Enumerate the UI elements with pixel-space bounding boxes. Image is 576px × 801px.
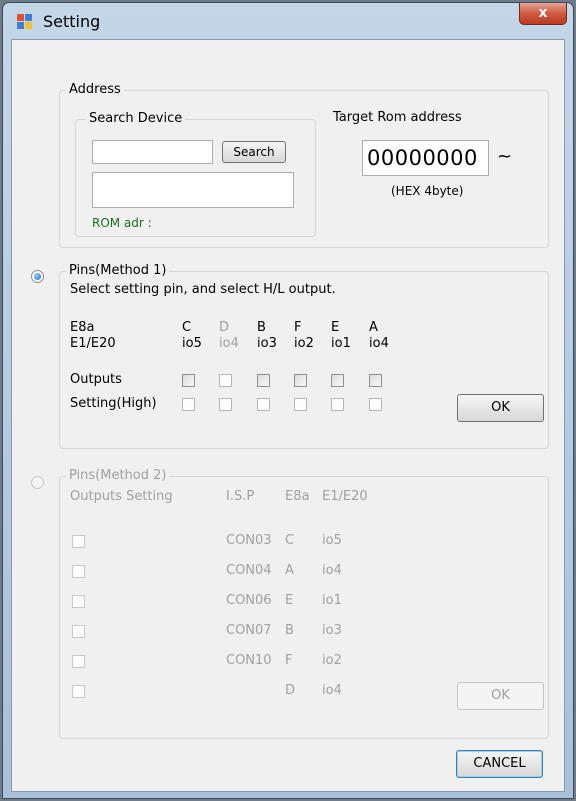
pin-b-e1: io3 xyxy=(257,336,277,351)
method2-radio[interactable] xyxy=(31,476,44,489)
pin-d-e8a: D xyxy=(219,320,230,335)
setting-checkbox-a[interactable] xyxy=(369,398,382,411)
e8a-cell: C xyxy=(285,533,295,548)
output-checkbox-f[interactable] xyxy=(294,374,307,387)
search-device-label: Search Device xyxy=(86,111,186,127)
pin-c-e8a: C xyxy=(182,320,192,335)
header-isp: I.S.P xyxy=(226,489,255,504)
setting-checkbox-c[interactable] xyxy=(182,398,195,411)
isp-cell: CON06 xyxy=(226,593,272,608)
hex-note: (HEX 4byte) xyxy=(391,184,464,198)
pin-a-e8a: A xyxy=(369,320,378,335)
range-tilde: ~ xyxy=(497,146,513,167)
setting-checkbox-e[interactable] xyxy=(331,398,344,411)
outputs-label: Outputs xyxy=(70,372,122,387)
output-checkbox-e[interactable] xyxy=(331,374,344,387)
isp-cell: CON04 xyxy=(226,563,272,578)
method1-ok-button[interactable]: OK xyxy=(457,394,544,422)
method2-checkbox[interactable] xyxy=(72,535,85,548)
header-outputs-setting: Outputs Setting xyxy=(70,489,173,504)
e8a-cell: B xyxy=(285,623,294,638)
method2-group: Pins(Method 2) Outputs Setting I.S.P E8a… xyxy=(59,468,549,739)
e8a-cell: E xyxy=(285,593,294,608)
e1-cell: io4 xyxy=(322,683,342,698)
pin-e-e1: io1 xyxy=(331,336,351,351)
method2-group-label: Pins(Method 2) xyxy=(66,468,170,484)
dialog-body: Address Search Device Search ROM adr : T… xyxy=(11,39,565,792)
setting-checkbox-d[interactable] xyxy=(219,398,232,411)
pin-e-e8a: E xyxy=(331,320,340,335)
pin-f-e1: io2 xyxy=(294,336,314,351)
method2-checkbox[interactable] xyxy=(72,565,85,578)
method1-group-label: Pins(Method 1) xyxy=(66,263,170,279)
search-device-group: Search Device Search ROM adr : xyxy=(75,111,316,237)
window-title: Setting xyxy=(43,12,101,31)
method2-checkbox[interactable] xyxy=(72,625,85,638)
method1-instruction: Select setting pin, and select H/L outpu… xyxy=(70,282,336,297)
e8a-cell: D xyxy=(285,683,296,698)
output-checkbox-c[interactable] xyxy=(182,374,195,387)
method1-group: Pins(Method 1) Select setting pin, and s… xyxy=(59,263,549,449)
search-result-field[interactable] xyxy=(92,172,294,208)
output-checkbox-d[interactable] xyxy=(219,374,232,387)
isp-cell: CON03 xyxy=(226,533,272,548)
e1-cell: io3 xyxy=(322,623,342,638)
method2-checkbox[interactable] xyxy=(72,655,85,668)
search-device-input[interactable] xyxy=(92,140,213,164)
e8a-cell: A xyxy=(285,563,294,578)
e1-cell: io5 xyxy=(322,533,342,548)
setting-checkbox-f[interactable] xyxy=(294,398,307,411)
row-label-e8a: E8a xyxy=(70,320,95,335)
rom-adr-label: ROM adr : xyxy=(92,216,152,230)
close-icon: x xyxy=(538,5,548,21)
app-icon xyxy=(17,14,33,30)
header-e8a: E8a xyxy=(285,489,310,504)
target-rom-address-input[interactable]: 00000000 xyxy=(362,140,489,176)
address-group-label: Address xyxy=(66,82,124,98)
pin-b-e8a: B xyxy=(257,320,266,335)
isp-cell: CON07 xyxy=(226,623,272,638)
pin-d-e1: io4 xyxy=(219,336,239,351)
setting-checkbox-b[interactable] xyxy=(257,398,270,411)
e1-cell: io1 xyxy=(322,593,342,608)
method2-checkbox[interactable] xyxy=(72,685,85,698)
cancel-button[interactable]: CANCEL xyxy=(456,750,543,778)
title-bar[interactable]: Setting x xyxy=(3,3,573,39)
search-button[interactable]: Search xyxy=(222,141,286,163)
method2-checkbox[interactable] xyxy=(72,595,85,608)
address-group: Address Search Device Search ROM adr : T… xyxy=(59,82,549,248)
method1-radio[interactable] xyxy=(31,270,44,283)
isp-cell: CON10 xyxy=(226,653,272,668)
pin-c-e1: io5 xyxy=(182,336,202,351)
target-rom-label: Target Rom address xyxy=(333,110,462,125)
pin-f-e8a: F xyxy=(294,320,302,335)
close-button[interactable]: x xyxy=(519,3,567,25)
header-e1e20: E1/E20 xyxy=(322,489,368,504)
method2-ok-button[interactable]: OK xyxy=(457,682,544,710)
output-checkbox-a[interactable] xyxy=(369,374,382,387)
setting-window: Setting x Address Search Device Search R… xyxy=(2,2,574,799)
output-checkbox-b[interactable] xyxy=(257,374,270,387)
setting-high-label: Setting(High) xyxy=(70,396,157,411)
e1-cell: io4 xyxy=(322,563,342,578)
row-label-e1e20: E1/E20 xyxy=(70,336,116,351)
pin-a-e1: io4 xyxy=(369,336,389,351)
e8a-cell: F xyxy=(285,653,293,668)
e1-cell: io2 xyxy=(322,653,342,668)
